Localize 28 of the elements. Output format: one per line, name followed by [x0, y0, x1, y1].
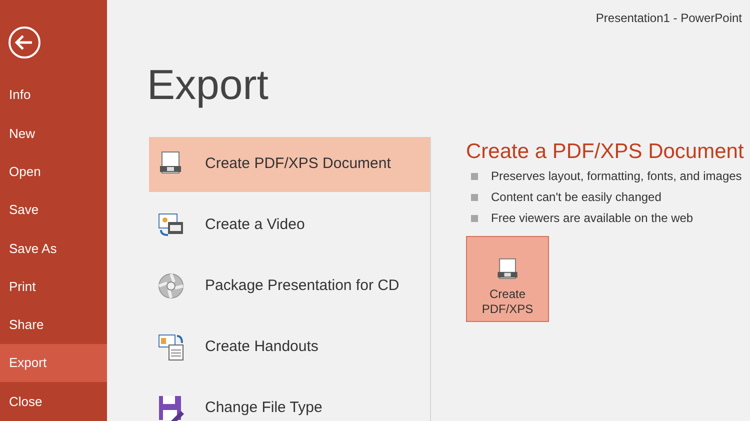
sidebar-item[interactable]: Share	[0, 306, 107, 344]
bullet-icon	[471, 214, 478, 222]
bullet-icon	[471, 172, 478, 180]
sidebar-item[interactable]: Save As	[0, 229, 107, 268]
export-option[interactable]: Create PDF/XPS Document	[149, 137, 430, 192]
section-title: Create a PDF/XPS Document	[466, 139, 745, 165]
bullet-icon	[471, 194, 478, 200]
sidebar-item[interactable]: New	[0, 114, 107, 153]
window-title: Presentation1 - PowerPoint	[596, 10, 742, 27]
bullet-text: Free viewers are available on the web	[491, 210, 694, 226]
sidebar-item[interactable]: Open	[0, 152, 107, 191]
sidebar-item[interactable]: Save	[0, 190, 107, 230]
sidebar-item[interactable]: Export	[0, 344, 107, 382]
floppy-pencil-icon	[157, 394, 185, 421]
export-option[interactable]: Create a Video	[149, 198, 430, 253]
sidebar-item[interactable]: Info	[0, 76, 107, 114]
export-option[interactable]: Change File Type	[149, 381, 430, 421]
page-heading: Export	[147, 64, 268, 106]
export-option[interactable]: Create Handouts	[149, 320, 430, 375]
disc-icon	[157, 272, 185, 302]
back-icon[interactable]	[8, 26, 41, 59]
export-option[interactable]: Package Presentation for CD	[149, 259, 430, 314]
create-pdf-button[interactable]: Create PDF/XPS	[466, 236, 549, 322]
sidebar-item[interactable]: Print	[0, 267, 107, 306]
bullet-text: Content can't be easily changed	[491, 189, 662, 205]
bullet-text: Preserves layout, formatting, fonts, and images	[491, 168, 742, 184]
sidebar-item[interactable]: Close	[0, 382, 107, 421]
slides-pages-icon	[157, 332, 185, 362]
